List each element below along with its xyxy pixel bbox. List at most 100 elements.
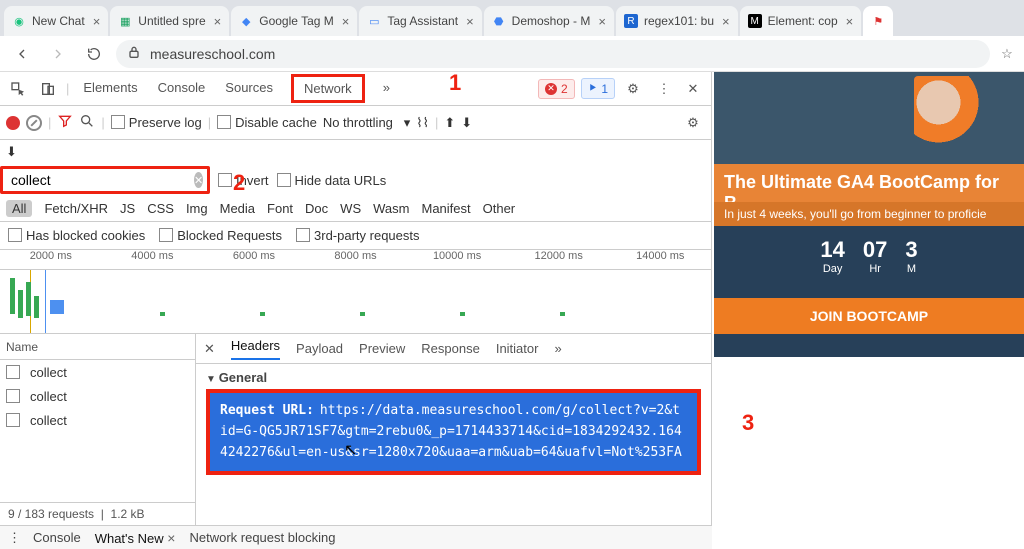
filter-input[interactable] bbox=[9, 171, 194, 189]
gear-icon[interactable]: ⚙ bbox=[621, 77, 645, 101]
clear-button[interactable] bbox=[26, 115, 42, 131]
general-section-header[interactable]: General bbox=[206, 370, 701, 385]
filter-input-wrapper: ✕ bbox=[0, 166, 210, 194]
wifi-icon[interactable]: ⌇⌇ bbox=[416, 115, 429, 131]
type-filter-img[interactable]: Img bbox=[186, 201, 208, 216]
tab-elements[interactable]: Elements bbox=[81, 74, 139, 103]
drawer-menu-icon[interactable]: ⋮ bbox=[8, 530, 19, 546]
annotation-one: 1 bbox=[449, 70, 461, 96]
request-url-row: Request URL:https://data.measureschool.c… bbox=[206, 389, 701, 475]
info-badge[interactable]: ⯈1 bbox=[581, 78, 615, 99]
close-icon[interactable]: × bbox=[598, 14, 606, 29]
download-icon[interactable]: ⬇ bbox=[6, 144, 17, 160]
tabs-overflow-icon[interactable]: » bbox=[381, 74, 392, 103]
gear-icon[interactable]: ⚙ bbox=[681, 111, 705, 135]
main-split: | Elements Console Sources Network » ✕2 … bbox=[0, 72, 1024, 525]
detail-body: General Request URL:https://data.measure… bbox=[196, 364, 711, 481]
request-row[interactable]: collect bbox=[0, 384, 195, 408]
download-icon[interactable]: ⬇ bbox=[461, 115, 472, 131]
request-row[interactable]: collect bbox=[0, 360, 195, 384]
drawer-tab-console[interactable]: Console bbox=[33, 530, 81, 545]
error-badge[interactable]: ✕2 bbox=[538, 79, 575, 99]
drawer-tab-network-blocking[interactable]: Network request blocking bbox=[189, 530, 335, 545]
tab-network[interactable]: Network bbox=[291, 74, 365, 103]
type-filter-font[interactable]: Font bbox=[267, 201, 293, 216]
browser-tab[interactable]: ▦Untitled spre× bbox=[110, 6, 229, 36]
preserve-log-checkbox[interactable]: Preserve log bbox=[111, 115, 202, 130]
bookmark-icon[interactable]: ☆ bbox=[998, 46, 1016, 62]
type-filter-media[interactable]: Media bbox=[220, 201, 255, 216]
hide-data-urls-checkbox[interactable]: Hide data URLs bbox=[277, 173, 387, 188]
type-filter-css[interactable]: CSS bbox=[147, 201, 174, 216]
cta-button[interactable]: JOIN BOOTCAMP bbox=[714, 298, 1024, 334]
clear-filter-icon[interactable]: ✕ bbox=[194, 172, 203, 188]
name-column-header[interactable]: Name bbox=[0, 334, 195, 360]
filter-row: ✕ Invert Hide data URLs bbox=[0, 164, 711, 196]
browser-tab[interactable]: ⬣Demoshop - M× bbox=[484, 6, 614, 36]
type-filter-wasm[interactable]: Wasm bbox=[373, 201, 409, 216]
upload-icon[interactable]: ⬆ bbox=[444, 115, 455, 131]
request-row[interactable]: collect bbox=[0, 408, 195, 432]
close-icon[interactable]: × bbox=[93, 14, 101, 29]
close-devtools-icon[interactable]: ✕ bbox=[681, 77, 705, 101]
filter-icon[interactable] bbox=[57, 113, 73, 132]
type-filter-manifest[interactable]: Manifest bbox=[421, 201, 470, 216]
detail-tab-response[interactable]: Response bbox=[421, 341, 480, 356]
browser-tab[interactable]: ▭Tag Assistant× bbox=[359, 6, 481, 36]
browser-tab-active[interactable]: ⚑ bbox=[863, 6, 893, 36]
browser-tab-strip: ◉New Chat× ▦Untitled spre× ◆Google Tag M… bbox=[0, 0, 1024, 36]
devtools-main-tabs: Elements Console Sources Network » bbox=[81, 74, 392, 103]
network-toolbar: | | Preserve log | Disable cache No thro… bbox=[0, 106, 711, 140]
countdown-min: 3M bbox=[905, 237, 917, 275]
hero-subtext: In just 4 weeks, you'll go from beginner… bbox=[714, 202, 1024, 226]
kebab-menu-icon[interactable]: ⋮ bbox=[651, 77, 675, 101]
person-photo bbox=[914, 76, 984, 164]
browser-tab[interactable]: MElement: cop× bbox=[740, 6, 862, 36]
type-filter-doc[interactable]: Doc bbox=[305, 201, 328, 216]
type-filter-js[interactable]: JS bbox=[120, 201, 135, 216]
browser-tab[interactable]: ◆Google Tag M× bbox=[231, 6, 357, 36]
favicon-icon: ▭ bbox=[367, 14, 381, 28]
third-party-checkbox[interactable]: 3rd-party requests bbox=[296, 228, 420, 243]
blocked-requests-checkbox[interactable]: Blocked Requests bbox=[159, 228, 282, 243]
close-icon[interactable]: × bbox=[214, 14, 222, 29]
url-box[interactable]: measureschool.com bbox=[116, 40, 990, 68]
drawer-tab-whatsnew[interactable]: What's New × bbox=[95, 530, 176, 546]
browser-tab[interactable]: Rregex101: bu× bbox=[616, 6, 738, 36]
detail-tabs-overflow-icon[interactable]: » bbox=[554, 341, 561, 356]
detail-tab-payload[interactable]: Payload bbox=[296, 341, 343, 356]
inspect-icon[interactable] bbox=[6, 77, 30, 101]
type-filter-fetch[interactable]: Fetch/XHR bbox=[44, 201, 108, 216]
tab-sources[interactable]: Sources bbox=[223, 74, 275, 103]
forward-button[interactable] bbox=[44, 40, 72, 68]
close-detail-icon[interactable]: ✕ bbox=[204, 341, 215, 357]
ruler-label: 6000 ms bbox=[203, 250, 305, 269]
close-icon[interactable]: × bbox=[342, 14, 350, 29]
tab-console[interactable]: Console bbox=[156, 74, 208, 103]
close-icon[interactable]: × bbox=[167, 530, 175, 546]
close-icon[interactable]: × bbox=[722, 14, 730, 29]
type-filter-other[interactable]: Other bbox=[483, 201, 516, 216]
type-filter-all[interactable]: All bbox=[6, 200, 32, 217]
back-button[interactable] bbox=[8, 40, 36, 68]
blocked-cookies-checkbox[interactable]: Has blocked cookies bbox=[8, 228, 145, 243]
extra-filter-row: Has blocked cookies Blocked Requests 3rd… bbox=[0, 222, 711, 250]
url-text: measureschool.com bbox=[150, 46, 275, 62]
disable-cache-checkbox[interactable]: Disable cache bbox=[217, 115, 317, 130]
request-url-label: Request URL: bbox=[220, 403, 314, 418]
reload-button[interactable] bbox=[80, 40, 108, 68]
type-filter-ws[interactable]: WS bbox=[340, 201, 361, 216]
detail-tab-initiator[interactable]: Initiator bbox=[496, 341, 539, 356]
detail-tab-preview[interactable]: Preview bbox=[359, 341, 405, 356]
search-icon[interactable] bbox=[79, 113, 95, 132]
throttling-select[interactable]: No throttling ▾ bbox=[323, 115, 410, 131]
browser-tab[interactable]: ◉New Chat× bbox=[4, 6, 108, 36]
close-icon[interactable]: × bbox=[466, 14, 474, 29]
close-icon[interactable]: × bbox=[846, 14, 854, 29]
record-button[interactable] bbox=[6, 116, 20, 130]
detail-tab-headers[interactable]: Headers bbox=[231, 338, 280, 360]
detail-tabs: ✕ Headers Payload Preview Response Initi… bbox=[196, 334, 711, 364]
device-toolbar-icon[interactable] bbox=[36, 77, 60, 101]
timeline-overview[interactable] bbox=[0, 270, 711, 334]
cursor-icon: ↖ bbox=[344, 440, 357, 460]
